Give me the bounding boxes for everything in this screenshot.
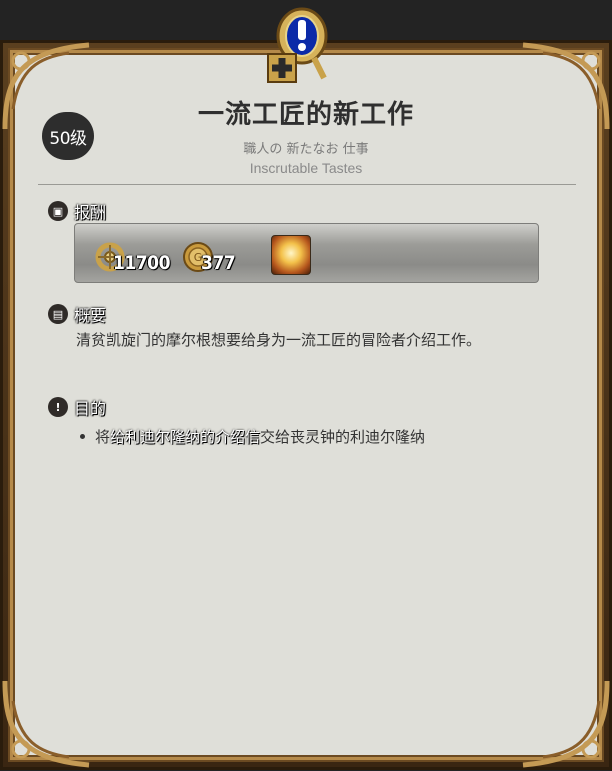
reward-panel: 11700 G 377 [74,223,539,283]
exp-amount: 11700 [113,252,170,274]
objective-section-label: 目的 [74,399,107,418]
objective-section-header: ! 目的 [48,395,106,419]
quest-subtitle-jp: 職人の 新たなお 仕事 [243,142,369,157]
item-reward-icon[interactable] [271,235,311,275]
header-divider [38,184,576,185]
reward-icon: ▣ [48,201,68,221]
feature-quest-icon [266,6,332,84]
objective-prefix: 将 [95,428,111,446]
exclamation-icon: ! [48,397,68,417]
summary-section-label: 概要 [74,306,107,325]
quest-summary: 清贫凯旋门的摩尔根想要给身为一流工匠的冒险者介绍工作。 [76,331,482,349]
exp-reward[interactable]: 11700 [93,236,170,274]
quest-title: 一流工匠的新工作 [197,100,414,130]
objective-text: 将给利迪尔隆纳的介绍信交给丧灵钟的利迪尔隆纳 [95,426,425,447]
book-icon: ▤ [48,304,68,324]
gil-amount: 377 [201,252,236,274]
reward-section-header: ▣ 报酬 [48,199,106,223]
objective-suffix: 交给丧灵钟的利迪尔隆纳 [260,428,426,446]
bullet-icon [80,434,85,439]
summary-section-header: ▤ 概要 [48,302,106,326]
objective-item: 将给利迪尔隆纳的介绍信交给丧灵钟的利迪尔隆纳 [80,426,425,447]
quest-subtitle-en: Inscrutable Tastes [249,160,363,176]
gil-reward[interactable]: G 377 [181,236,236,274]
objective-key-item: 给利迪尔隆纳的介绍信 [110,428,261,446]
reward-section-label: 报酬 [74,203,107,222]
